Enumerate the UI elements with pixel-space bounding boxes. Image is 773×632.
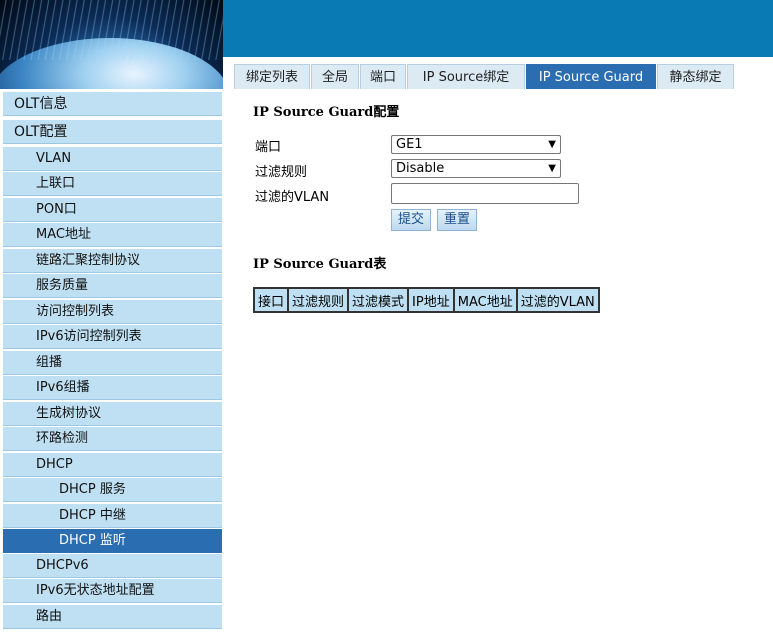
filter-vlan-input[interactable] [391,183,579,204]
col-filter-rule: 过滤规则 [288,288,349,312]
sidebar-item-routing[interactable]: 路由 [3,605,222,629]
sidebar-item-ipv6-multicast[interactable]: IPv6组播 [3,376,222,400]
col-filter-vlan: 过滤的VLAN [516,288,599,312]
tab-global[interactable]: 全局 [311,64,359,89]
sidebar-item-pon[interactable]: PON口 [3,198,222,222]
sidebar-item-loop-detect[interactable]: 环路检测 [3,427,222,451]
col-mac-address: MAC地址 [453,288,517,312]
sidebar-item-dhcp-snooping[interactable]: DHCP 监听 [3,529,222,553]
port-label: 端口 [255,140,282,155]
col-filter-mode: 过滤模式 [348,288,409,312]
tab-ip-source-guard[interactable]: IP Source Guard [526,64,656,89]
chevron-down-icon: ▼ [548,139,556,150]
col-ip-address: IP地址 [408,288,454,312]
sidebar: OLT信息 OLT配置 VLAN 上联口 PON口 MAC地址 链路汇聚控制协议… [0,89,224,632]
sidebar-item-dhcp[interactable]: DHCP [3,453,222,477]
sidebar-item-olt-config[interactable]: OLT配置 [3,120,222,144]
banner-image [0,0,223,89]
sidebar-item-dhcp-relay[interactable]: DHCP 中继 [3,504,222,528]
sidebar-item-dhcpv6[interactable]: DHCPv6 [3,554,222,578]
tab-binding-list[interactable]: 绑定列表 [234,64,310,89]
sidebar-item-qos[interactable]: 服务质量 [3,274,222,298]
tab-port[interactable]: 端口 [360,64,406,89]
sidebar-item-mac[interactable]: MAC地址 [3,223,222,247]
sidebar-item-stp[interactable]: 生成树协议 [3,402,222,426]
port-select-value: GE1 [396,137,423,152]
sidebar-item-uplink[interactable]: 上联口 [3,172,222,196]
main-content: IP Source Guard配置 端口 GE1 ▼ 过滤规则 Disable … [223,89,773,632]
sidebar-item-lacp[interactable]: 链路汇聚控制协议 [3,249,222,273]
tab-ip-source-binding[interactable]: IP Source绑定 [407,64,525,89]
top-header-bar [223,0,773,57]
tab-strip: 绑定列表 全局 端口 IP Source绑定 IP Source Guard 静… [223,57,773,89]
sidebar-item-ipv6-acl[interactable]: IPv6访问控制列表 [3,325,222,349]
table-header-row: 接口 过滤规则 过滤模式 IP地址 MAC地址 过滤的VLAN [254,288,599,312]
filter-vlan-label: 过滤的VLAN [255,190,330,205]
sidebar-item-dhcp-server[interactable]: DHCP 服务 [3,478,222,502]
config-section-title: IP Source Guard配置 [253,105,400,120]
port-select[interactable]: GE1 ▼ [391,135,561,154]
table-section-title: IP Source Guard表 [253,257,387,272]
sidebar-item-olt-info[interactable]: OLT信息 [3,92,222,116]
col-interface: 接口 [254,288,289,312]
sidebar-item-vlan[interactable]: VLAN [3,147,222,171]
sidebar-item-acl[interactable]: 访问控制列表 [3,300,222,324]
chevron-down-icon: ▼ [548,163,556,174]
filter-rule-select[interactable]: Disable ▼ [391,159,561,178]
filter-rule-label: 过滤规则 [255,165,308,180]
ip-source-guard-table: 接口 过滤规则 过滤模式 IP地址 MAC地址 过滤的VLAN [253,287,600,313]
sidebar-item-ipv6-slaac[interactable]: IPv6无状态地址配置 [3,579,222,603]
reset-button[interactable]: 重置 [437,209,478,231]
tab-static-binding[interactable]: 静态绑定 [657,64,734,89]
sidebar-item-multicast[interactable]: 组播 [3,351,222,375]
submit-button[interactable]: 提交 [391,209,432,231]
fiber-rays-graphic [0,0,223,60]
filter-rule-select-value: Disable [396,161,445,176]
